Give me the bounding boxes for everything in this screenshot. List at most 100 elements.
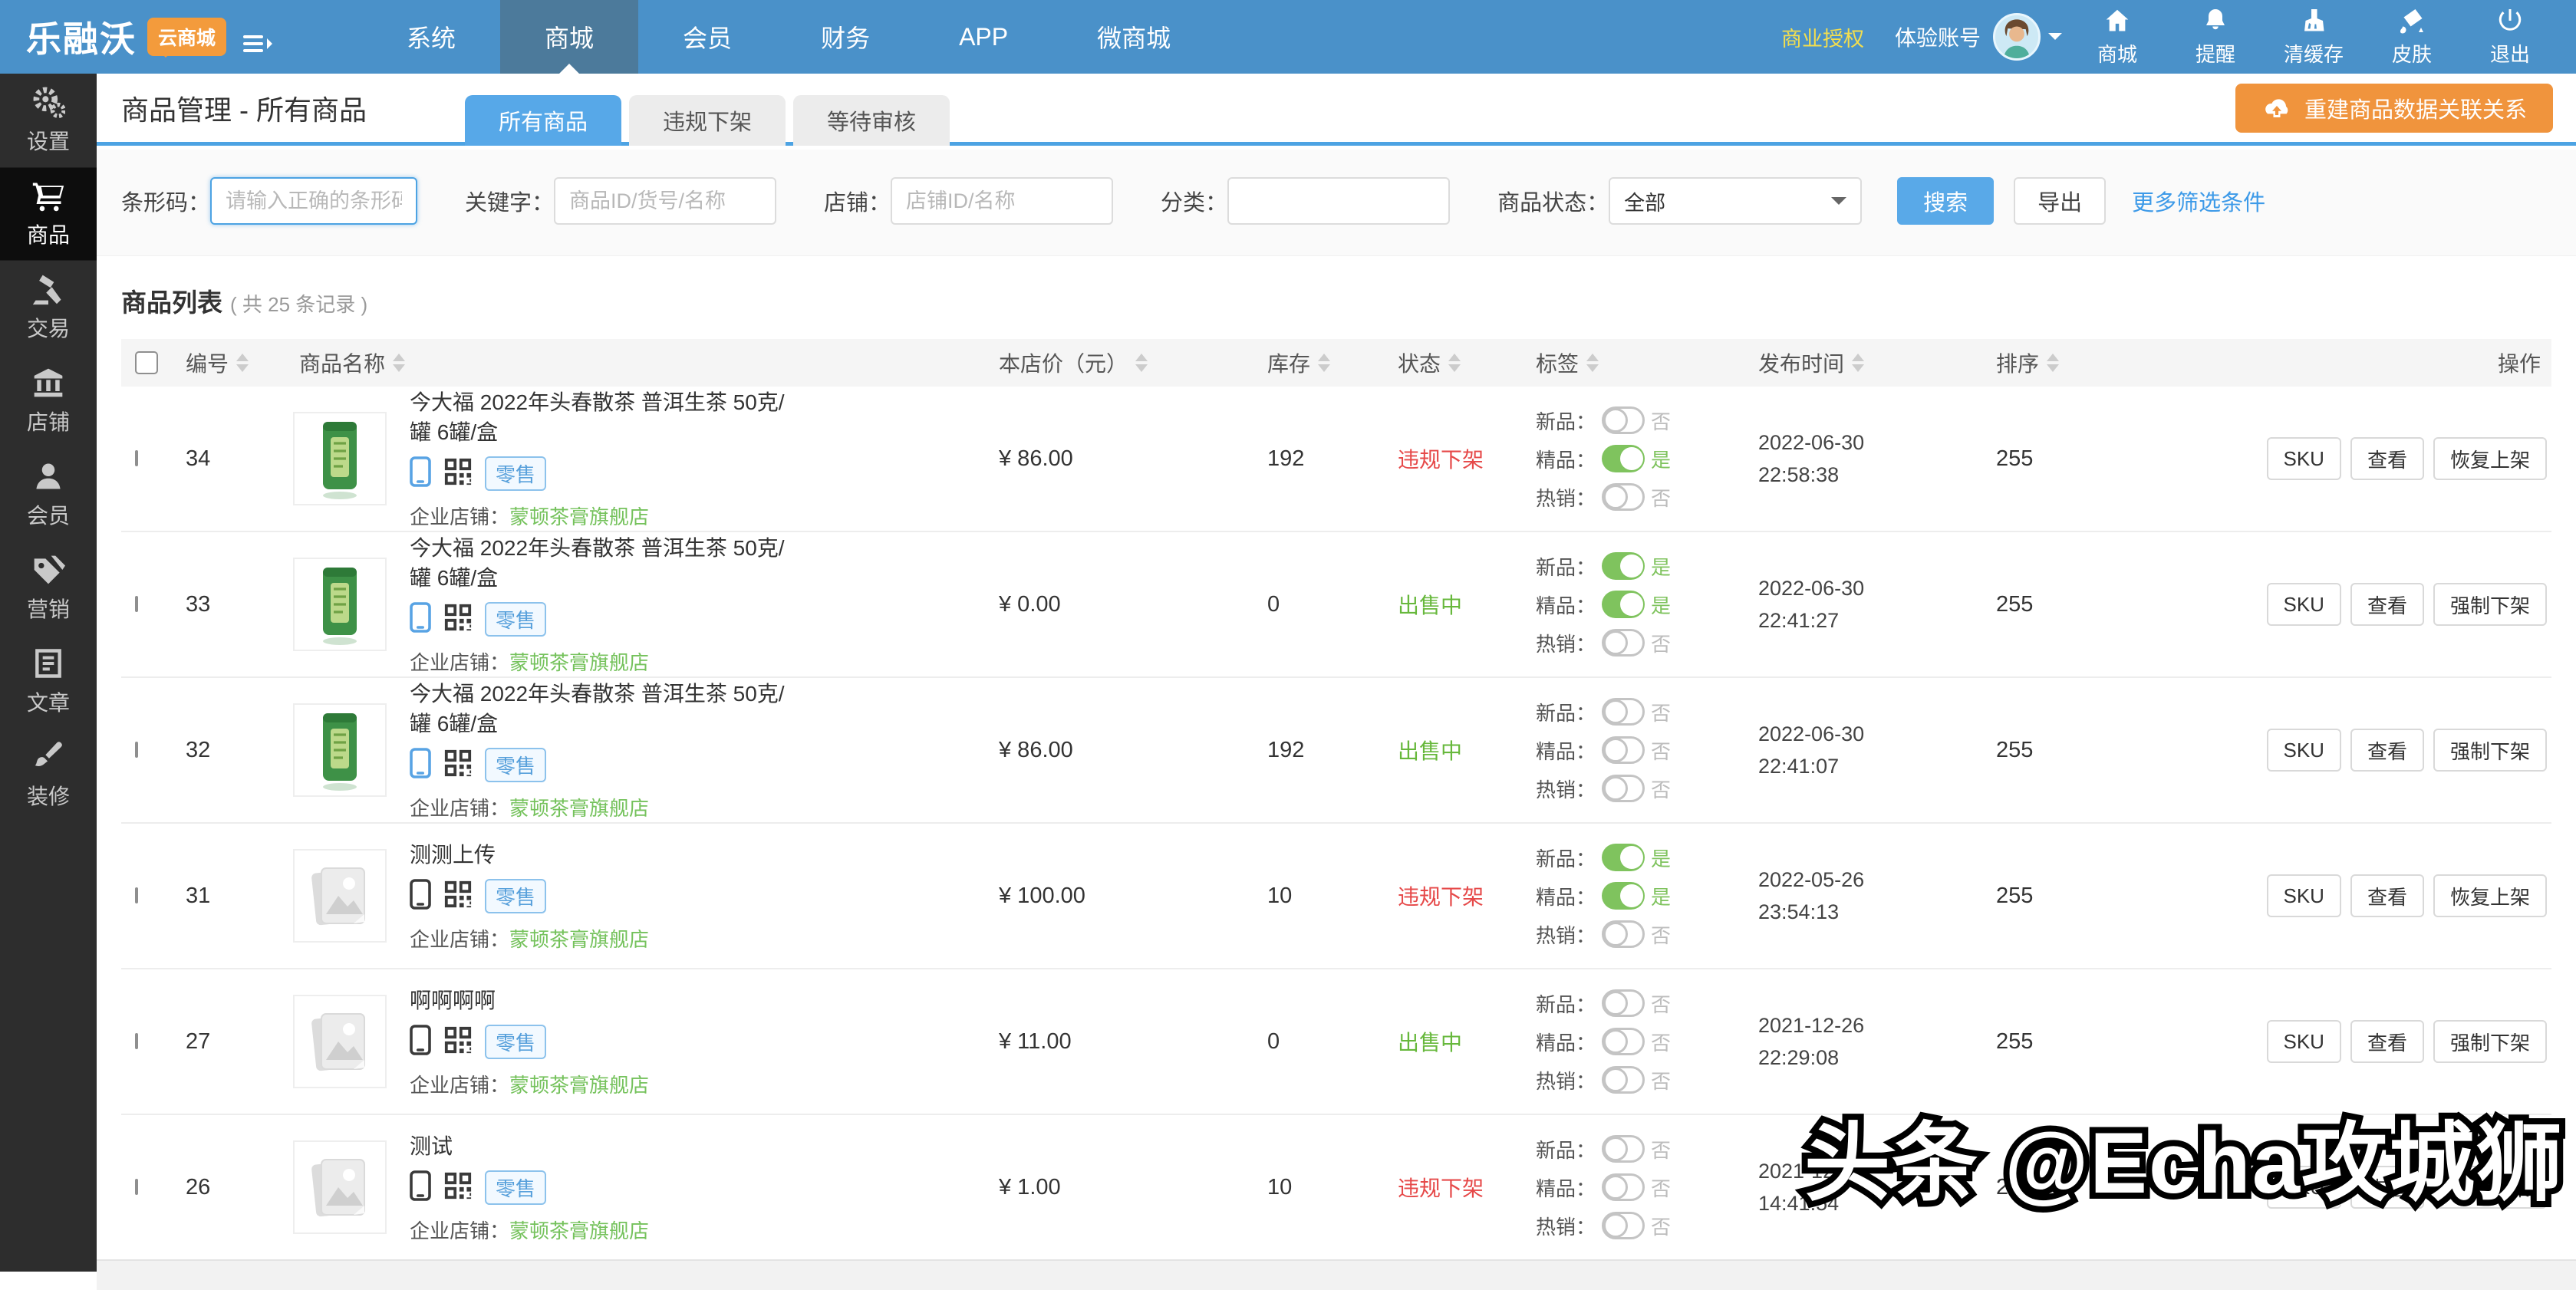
sidebar-item-products[interactable]: 商品: [0, 167, 97, 261]
tag-toggle-hot[interactable]: [1602, 1066, 1645, 1094]
export-button[interactable]: 导出: [2014, 177, 2106, 225]
nav-item-system[interactable]: 系统: [362, 0, 500, 74]
chevron-down-icon[interactable]: [2048, 33, 2062, 47]
product-name[interactable]: 啊啊啊啊: [410, 986, 649, 1015]
tag-toggle-new[interactable]: [1602, 552, 1645, 580]
store-link[interactable]: 蒙顿茶膏旗舰店: [509, 1219, 649, 1242]
product-name[interactable]: 今大福 2022年头春散茶 普洱生茶 50克/罐 6罐/盒: [410, 533, 786, 593]
tab-violation-removed[interactable]: 违规下架: [629, 95, 786, 146]
row-action-button[interactable]: 强制下架: [2433, 1020, 2547, 1063]
tag-toggle-hot[interactable]: [1602, 483, 1645, 511]
store-link[interactable]: 蒙顿茶膏旗舰店: [509, 928, 649, 951]
product-price: ¥ 1.00: [999, 1175, 1267, 1200]
row-action-button[interactable]: 查看: [2350, 583, 2424, 626]
store-link[interactable]: 蒙顿茶膏旗舰店: [509, 1074, 649, 1097]
sort-control[interactable]: [1318, 354, 1330, 372]
product-name[interactable]: 测测上传: [410, 840, 649, 870]
row-action-button[interactable]: SKU: [2267, 437, 2341, 480]
nav-item-app[interactable]: APP: [914, 0, 1052, 74]
row-action-button[interactable]: 查看: [2350, 729, 2424, 772]
nav-action-skin[interactable]: 皮肤: [2369, 7, 2455, 67]
row-checkbox[interactable]: [135, 1179, 138, 1195]
status-label: 商品状态：: [1497, 185, 1609, 217]
menu-toggle-icon[interactable]: [243, 35, 278, 52]
tag-toggle-fine[interactable]: [1602, 591, 1645, 618]
nav-action-mall[interactable]: 商城: [2074, 7, 2160, 67]
sidebar-item-marketing[interactable]: 营销: [0, 541, 97, 635]
sort-control[interactable]: [1586, 354, 1599, 372]
commercial-auth-link[interactable]: 商业授权: [1781, 22, 1864, 52]
sort-control[interactable]: [393, 354, 405, 372]
row-action-button[interactable]: 查看: [2350, 874, 2424, 917]
row-checkbox[interactable]: [135, 1033, 138, 1049]
tag-toggle-hot[interactable]: [1602, 920, 1645, 948]
sidebar-item-members[interactable]: 会员: [0, 448, 97, 541]
select-all-checkbox[interactable]: [135, 351, 158, 374]
row-action-button[interactable]: SKU: [2267, 729, 2341, 772]
more-filters-link[interactable]: 更多筛选条件: [2132, 185, 2265, 217]
tag-toggle-fine[interactable]: [1602, 882, 1645, 910]
row-action-button[interactable]: SKU: [2267, 1020, 2341, 1063]
barcode-input[interactable]: [210, 177, 417, 225]
sidebar-item-shop[interactable]: 店铺: [0, 354, 97, 448]
sidebar-item-articles[interactable]: 文章: [0, 635, 97, 729]
product-name[interactable]: 今大福 2022年头春散茶 普洱生茶 50克/罐 6罐/盒: [410, 679, 786, 739]
tag-toggle-fine[interactable]: [1602, 1173, 1645, 1201]
nav-action-logout[interactable]: 退出: [2467, 7, 2553, 67]
product-name[interactable]: 今大福 2022年头春散茶 普洱生茶 50克/罐 6罐/盒: [410, 387, 786, 447]
tag-toggle-fine[interactable]: [1602, 445, 1645, 472]
row-action-button[interactable]: 强制下架: [2433, 583, 2547, 626]
store-link[interactable]: 蒙顿茶膏旗舰店: [509, 505, 649, 528]
tag-toggle-new[interactable]: [1602, 1135, 1645, 1163]
sort-control[interactable]: [1135, 354, 1148, 372]
tag-toggle-new[interactable]: [1602, 406, 1645, 434]
nav-action-notify[interactable]: 提醒: [2172, 7, 2258, 67]
keyword-input[interactable]: [554, 177, 776, 225]
row-action-button[interactable]: 强制下架: [2433, 729, 2547, 772]
member-icon: [31, 459, 65, 493]
tab-pending-review[interactable]: 等待审核: [793, 95, 950, 146]
tag-toggle-new[interactable]: [1602, 698, 1645, 726]
tag-toggle-fine[interactable]: [1602, 1028, 1645, 1055]
status-select[interactable]: [1609, 177, 1862, 225]
tag-toggle-fine[interactable]: [1602, 736, 1645, 764]
nav-item-mall[interactable]: 商城: [500, 0, 638, 74]
product-name[interactable]: 测试: [410, 1131, 649, 1161]
store-link[interactable]: 蒙顿茶膏旗舰店: [509, 797, 649, 820]
row-checkbox[interactable]: [135, 596, 138, 612]
nav-item-finance[interactable]: 财务: [776, 0, 914, 74]
tag-toggle-hot[interactable]: [1602, 1212, 1645, 1239]
tab-all-products[interactable]: 所有商品: [465, 95, 621, 146]
row-checkbox[interactable]: [135, 450, 138, 466]
row-action-button[interactable]: 查看: [2350, 437, 2424, 480]
broom-icon: [2300, 7, 2327, 35]
tag-toggle-hot[interactable]: [1602, 775, 1645, 802]
nav-item-member[interactable]: 会员: [638, 0, 776, 74]
page-header: 商品管理 - 所有商品 所有商品 违规下架 等待审核 重建商品数据关联关系: [97, 74, 2576, 146]
search-button[interactable]: 搜索: [1897, 177, 1994, 225]
nav-action-clear-cache[interactable]: 清缓存: [2271, 7, 2357, 67]
category-input[interactable]: [1227, 177, 1450, 225]
store-link[interactable]: 蒙顿茶膏旗舰店: [509, 651, 649, 674]
tag-toggle-new[interactable]: [1602, 844, 1645, 871]
row-checkbox[interactable]: [135, 887, 138, 903]
row-action-button[interactable]: SKU: [2267, 874, 2341, 917]
row-action-button[interactable]: 恢复上架: [2433, 437, 2547, 480]
sidebar-item-settings[interactable]: 设置: [0, 74, 97, 167]
sort-control[interactable]: [1852, 354, 1864, 372]
sidebar-item-decorate[interactable]: 装修: [0, 729, 97, 822]
sort-control[interactable]: [236, 354, 249, 372]
tag-toggle-new[interactable]: [1602, 989, 1645, 1017]
shop-input[interactable]: [891, 177, 1113, 225]
row-checkbox[interactable]: [135, 742, 138, 758]
row-action-button[interactable]: 查看: [2350, 1020, 2424, 1063]
sort-control[interactable]: [2047, 354, 2059, 372]
nav-item-wechat-mall[interactable]: 微商城: [1052, 0, 1215, 74]
sort-control[interactable]: [1448, 354, 1461, 372]
row-action-button[interactable]: 恢复上架: [2433, 874, 2547, 917]
tag-toggle-hot[interactable]: [1602, 629, 1645, 657]
row-action-button[interactable]: SKU: [2267, 583, 2341, 626]
rebuild-data-button[interactable]: 重建商品数据关联关系: [2235, 84, 2553, 133]
sidebar-item-trade[interactable]: 交易: [0, 261, 97, 354]
avatar[interactable]: [1993, 13, 2041, 61]
